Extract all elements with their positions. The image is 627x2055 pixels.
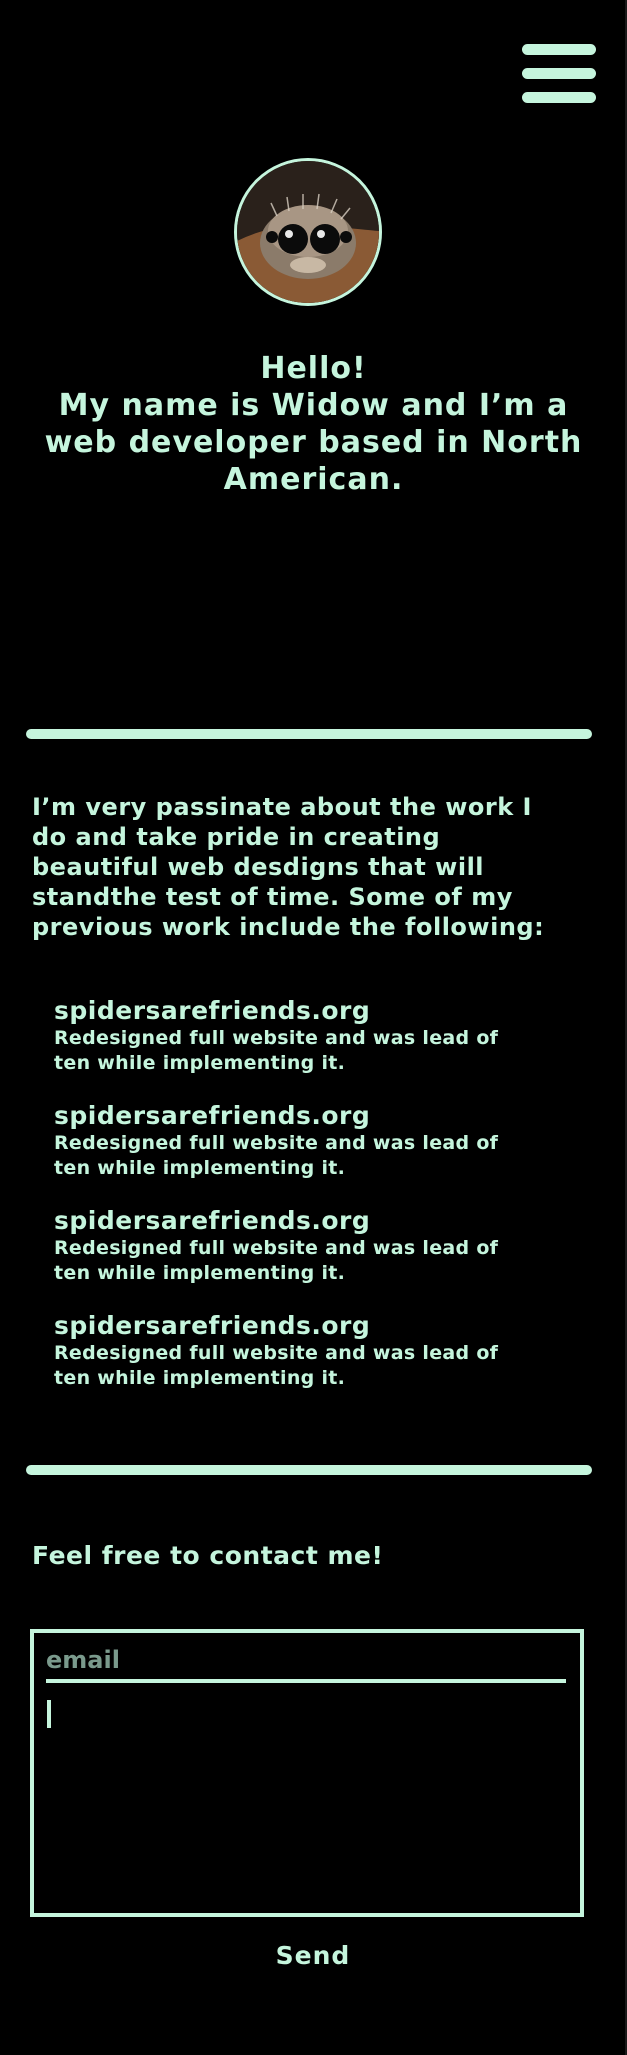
hero-line-1: Hello! bbox=[260, 351, 367, 386]
project-title: spidersarefriends.org bbox=[54, 996, 371, 1025]
section-divider bbox=[26, 729, 592, 739]
project-item: spidersarefriends.org Redesigned full we… bbox=[54, 996, 554, 1101]
hero-line-4: American. bbox=[223, 462, 404, 497]
hamburger-menu-icon[interactable] bbox=[522, 44, 596, 104]
message-textarea[interactable] bbox=[46, 1697, 566, 1897]
section-divider bbox=[26, 1465, 592, 1475]
hero-line-3: web developer based in North bbox=[44, 425, 583, 460]
contact-heading: Feel free to contact me! bbox=[32, 1541, 384, 1570]
project-title: spidersarefriends.org bbox=[54, 1101, 371, 1130]
project-item: spidersarefriends.org Redesigned full we… bbox=[54, 1311, 554, 1416]
project-description: Redesigned full website and was lead of … bbox=[54, 1132, 499, 1179]
text-cursor bbox=[47, 1700, 51, 1728]
about-paragraph: I’m very passinate about the work I do a… bbox=[32, 793, 545, 941]
hero-line-2: My name is Widow and I’m a bbox=[58, 388, 569, 423]
menu-bar-middle bbox=[522, 68, 596, 79]
menu-bar-top bbox=[522, 44, 596, 55]
menu-bar-bottom bbox=[522, 92, 596, 103]
project-description: Redesigned full website and was lead of … bbox=[54, 1027, 499, 1074]
project-item: spidersarefriends.org Redesigned full we… bbox=[54, 1206, 554, 1311]
project-title: spidersarefriends.org bbox=[54, 1311, 371, 1340]
project-description: Redesigned full website and was lead of … bbox=[54, 1342, 499, 1389]
portfolio-page: Hello! My name is Widow and I’m a web de… bbox=[0, 0, 627, 2055]
projects-list: spidersarefriends.org Redesigned full we… bbox=[54, 996, 554, 1416]
send-button[interactable]: Send bbox=[263, 1937, 363, 1973]
project-item: spidersarefriends.org Redesigned full we… bbox=[54, 1101, 554, 1206]
contact-form bbox=[30, 1629, 584, 1917]
project-description: Redesigned full website and was lead of … bbox=[54, 1237, 499, 1284]
hero-greeting: Hello! My name is Widow and I’m a web de… bbox=[40, 350, 587, 498]
jumping-spider-avatar-icon bbox=[237, 161, 379, 303]
avatar bbox=[234, 158, 382, 306]
project-title: spidersarefriends.org bbox=[54, 1206, 371, 1235]
email-field[interactable] bbox=[46, 1641, 566, 1683]
